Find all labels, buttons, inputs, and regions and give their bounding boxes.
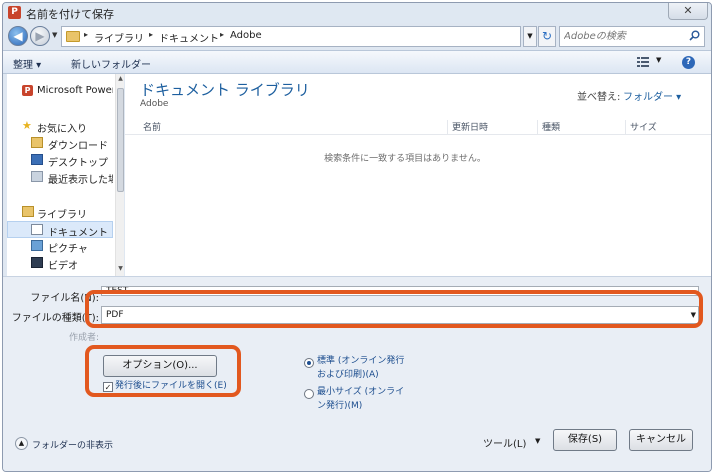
nav-item-favorites[interactable]: ★ お気に入り xyxy=(7,118,113,135)
view-dropdown-icon[interactable]: ▼ xyxy=(656,56,661,64)
recent-places-icon xyxy=(31,171,43,182)
arrange-by-label: 並べ替え: xyxy=(577,92,621,103)
radio-standard[interactable] xyxy=(304,358,314,368)
nav-item-powerpoint[interactable]: P Microsoft PowerP xyxy=(7,83,113,100)
search-input[interactable] xyxy=(564,29,682,44)
hide-folders-button[interactable]: ▲ フォルダーの非表示 xyxy=(15,436,125,452)
star-icon: ★ xyxy=(22,119,32,132)
radio-minimum-label: 最小サイズ (オンライン発行)(M) xyxy=(317,387,405,411)
powerpoint-icon: P xyxy=(22,85,33,96)
library-subtitle: Adobe xyxy=(140,99,169,109)
refresh-button[interactable]: ↻ xyxy=(538,26,556,47)
command-bar: 整理 ▾ 新しいフォルダー ▼ ? xyxy=(3,50,711,74)
cancel-button[interactable]: キャンセル xyxy=(629,429,693,451)
scroll-thumb[interactable] xyxy=(117,88,124,192)
save-as-dialog: P 名前を付けて保存 ✕ ◀ ▶ ▼ ▸ ライブラリ ▸ ドキュメント ▸ Ad… xyxy=(2,2,712,472)
nav-item-recent-places[interactable]: 最近表示した場所 xyxy=(7,169,113,186)
radio-minimum-size[interactable] xyxy=(304,389,314,399)
nav-item-pictures[interactable]: ピクチャ xyxy=(7,238,113,255)
downloads-folder-icon xyxy=(31,137,43,148)
title-bar: P 名前を付けて保存 ✕ xyxy=(3,3,711,23)
scroll-down-icon[interactable]: ▼ xyxy=(116,265,125,272)
filename-input[interactable]: TEST xyxy=(101,286,699,296)
tools-chevron-icon[interactable]: ▼ xyxy=(535,437,540,445)
breadcrumb-libraries[interactable]: ライブラリ xyxy=(94,30,144,45)
forward-button[interactable]: ▶ xyxy=(30,26,50,46)
recent-pages-dropdown[interactable]: ▼ xyxy=(52,31,57,39)
pictures-icon xyxy=(31,240,43,251)
chevron-right-icon: ▸ xyxy=(220,30,225,39)
library-title: ドキュメント ライブラリ xyxy=(140,81,310,99)
close-button[interactable]: ✕ xyxy=(668,3,708,20)
videos-icon xyxy=(31,257,43,268)
arrange-by-dropdown[interactable]: フォルダー ▾ xyxy=(623,88,681,103)
save-form: ファイル名(N): TEST ファイルの種類(T): PDF ▼ 作成者: オプ… xyxy=(3,276,711,471)
empty-message: 検索条件に一致する項目はありません。 xyxy=(324,154,486,164)
breadcrumb-adobe[interactable]: Adobe xyxy=(230,30,262,41)
column-name[interactable]: 名前 xyxy=(139,120,445,135)
chevron-up-icon: ▲ xyxy=(15,437,28,450)
nav-item-libraries[interactable]: ライブラリ xyxy=(7,204,113,221)
filetype-select[interactable]: PDF ▼ xyxy=(101,306,699,324)
open-after-publish-checkbox[interactable]: ✓ xyxy=(103,382,113,392)
open-after-publish-label: 発行後にファイルを開く(E) xyxy=(115,381,227,391)
scroll-up-icon[interactable]: ▲ xyxy=(116,75,125,82)
nav-item-downloads[interactable]: ダウンロード xyxy=(7,135,113,152)
refresh-icon: ↻ xyxy=(541,29,553,43)
libraries-icon xyxy=(22,206,34,217)
column-headers: 名前 更新日時 種類 サイズ xyxy=(125,117,711,135)
navigation-pane: P Microsoft PowerP ★ お気に入り ダウンロード デスクトップ… xyxy=(7,74,124,276)
filetype-label: ファイルの種類(T): xyxy=(11,313,99,324)
search-box[interactable] xyxy=(559,26,705,47)
chevron-right-icon: ▸ xyxy=(149,30,154,39)
address-bar[interactable]: ▸ ライブラリ ▸ ドキュメント ▸ Adobe xyxy=(61,26,521,47)
library-folder-icon xyxy=(66,31,80,42)
search-icon xyxy=(689,30,700,41)
authors-label: 作成者: xyxy=(69,333,100,343)
organize-button[interactable]: 整理 ▾ xyxy=(13,56,41,71)
chevron-down-icon: ▼ xyxy=(690,311,696,319)
options-button[interactable]: オプション(O)... xyxy=(103,355,217,377)
file-list-pane: ドキュメント ライブラリ Adobe 並べ替え: フォルダー ▾ 名前 更新日時… xyxy=(125,74,711,276)
documents-icon xyxy=(31,224,43,235)
column-size[interactable]: サイズ xyxy=(625,120,683,135)
back-button[interactable]: ◀ xyxy=(8,26,28,46)
save-button[interactable]: 保存(S) xyxy=(553,429,617,451)
radio-standard-label: 標準 (オンライン発行および印刷)(A) xyxy=(317,356,405,380)
view-options-icon[interactable] xyxy=(637,56,649,67)
address-bar-row: ◀ ▶ ▼ ▸ ライブラリ ▸ ドキュメント ▸ Adobe ▼ ↻ xyxy=(3,23,711,50)
window-title: 名前を付けて保存 xyxy=(26,8,114,21)
column-date-modified[interactable]: 更新日時 xyxy=(447,120,535,135)
hide-folders-label: フォルダーの非表示 xyxy=(32,441,114,451)
powerpoint-icon: P xyxy=(8,6,21,19)
nav-scrollbar[interactable]: ▲ ▼ xyxy=(115,74,124,276)
tools-dropdown[interactable]: ツール(L) xyxy=(483,435,526,450)
filename-label: ファイル名(N): xyxy=(30,293,99,304)
breadcrumb-documents[interactable]: ドキュメント xyxy=(159,30,219,45)
nav-item-documents[interactable]: ドキュメント xyxy=(7,221,113,238)
help-icon[interactable]: ? xyxy=(682,56,695,69)
new-folder-button[interactable]: 新しいフォルダー xyxy=(71,56,151,71)
chevron-right-icon: ▸ xyxy=(84,30,89,39)
column-type[interactable]: 種類 xyxy=(537,120,623,135)
address-dropdown-button[interactable]: ▼ xyxy=(523,26,537,47)
nav-item-desktop[interactable]: デスクトップ xyxy=(7,152,113,169)
desktop-icon xyxy=(31,154,43,165)
nav-item-videos[interactable]: ビデオ xyxy=(7,255,113,272)
